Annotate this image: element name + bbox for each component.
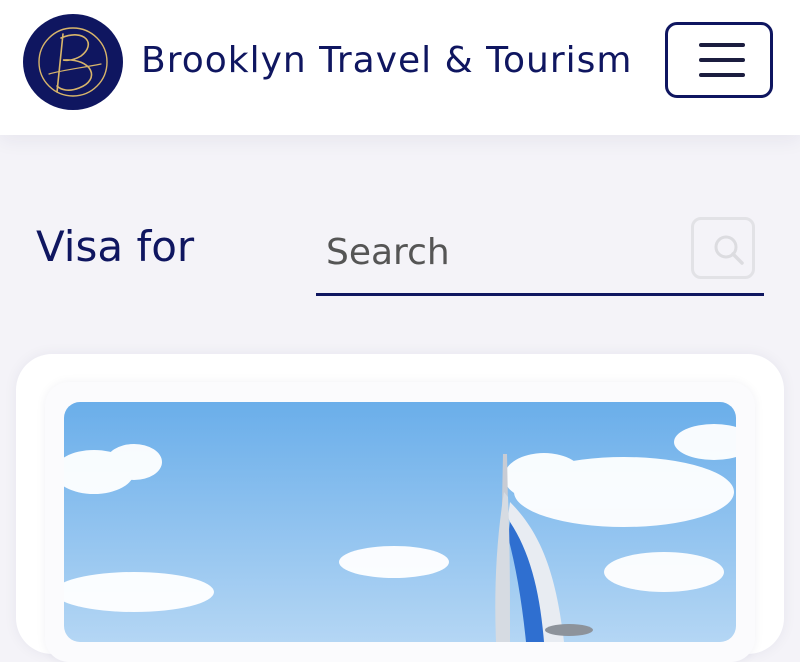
brand-name[interactable]: Brooklyn Travel & Tourism: [141, 40, 633, 81]
hamburger-icon: [699, 58, 745, 62]
search-bar: [316, 212, 764, 296]
menu-button[interactable]: [665, 22, 773, 98]
burj-al-arab-photo: [64, 402, 736, 642]
site-header: Brooklyn Travel & Tourism: [0, 0, 800, 135]
search-button[interactable]: [691, 217, 755, 279]
hamburger-icon: [699, 43, 745, 47]
search-input[interactable]: [324, 226, 688, 278]
search-icon: [714, 235, 744, 265]
visa-for-label: Visa for: [36, 222, 195, 271]
brand-logo[interactable]: [23, 14, 123, 110]
hamburger-icon: [699, 73, 745, 77]
destination-image[interactable]: [64, 402, 736, 642]
monogram-b-icon: [38, 27, 108, 97]
